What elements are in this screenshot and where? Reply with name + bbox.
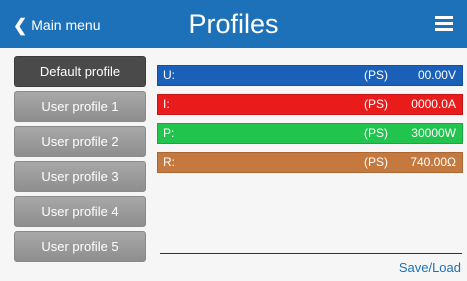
- power-row: P: (PS) 30000W: [157, 123, 463, 144]
- profile-button-default[interactable]: Default profile: [14, 56, 146, 87]
- value-label: P:: [163, 126, 175, 140]
- divider: [160, 253, 462, 254]
- profiles-screen: ❮ Main menu Profiles Default profile Use…: [0, 0, 467, 281]
- value-reading: 30000W: [411, 126, 456, 140]
- ps-tag: (PS): [364, 68, 388, 82]
- page-title: Profiles: [188, 9, 279, 39]
- ps-tag: (PS): [364, 97, 388, 111]
- value-label: R:: [163, 155, 175, 169]
- save-load-link[interactable]: Save/Load: [399, 260, 461, 275]
- current-row: I: (PS) 0000.0A: [157, 94, 463, 115]
- value-label: I:: [163, 97, 170, 111]
- profile-button-user-2[interactable]: User profile 2: [14, 126, 146, 157]
- resistance-row: R: (PS) 740.00Ω: [157, 152, 463, 173]
- value-reading: 00.00V: [417, 68, 456, 82]
- voltage-row: U: (PS) 00.00V: [157, 65, 463, 86]
- value-reading: 0000.0A: [411, 97, 456, 111]
- ps-tag: (PS): [364, 155, 388, 169]
- profile-button-user-3[interactable]: User profile 3: [14, 161, 146, 192]
- value-reading: 740.00Ω: [410, 155, 456, 169]
- profile-button-user-5[interactable]: User profile 5: [14, 231, 146, 262]
- profile-button-user-4[interactable]: User profile 4: [14, 196, 146, 227]
- profile-button-user-1[interactable]: User profile 1: [14, 91, 146, 122]
- value-label: U:: [163, 68, 175, 82]
- ps-tag: (PS): [364, 126, 388, 140]
- header-bar: ❮ Main menu Profiles: [0, 0, 467, 48]
- hamburger-menu-icon[interactable]: [435, 16, 453, 32]
